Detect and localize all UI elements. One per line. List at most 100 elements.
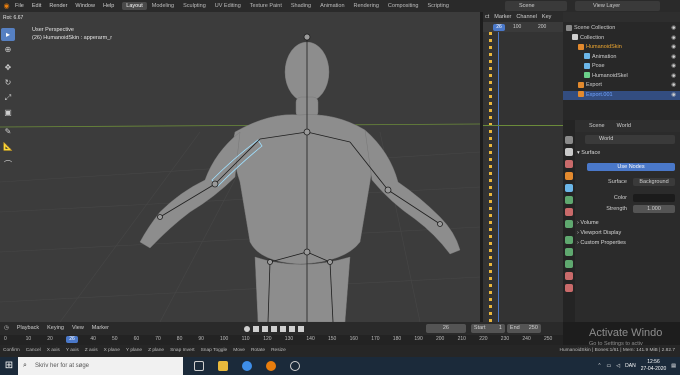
data-tab-icon[interactable] — [565, 196, 573, 204]
network-icon[interactable]: ▭ — [607, 363, 612, 369]
view-menu[interactable]: View — [68, 322, 88, 335]
surface-shader-field[interactable]: Background — [633, 178, 675, 186]
menu-help[interactable]: Help — [99, 3, 118, 9]
visibility-eye-icon[interactable]: ◉ — [671, 53, 676, 62]
physics-tab-icon[interactable] — [565, 248, 573, 256]
outliner-row[interactable]: Export.001 ◉ — [563, 90, 680, 100]
end-frame-field[interactable]: End 250 — [506, 324, 541, 333]
menu-file[interactable]: File — [11, 3, 28, 9]
workspace-tab-rendering[interactable]: Rendering — [350, 2, 383, 10]
scene-tab[interactable]: Scene — [589, 123, 613, 129]
dope-sheet-strip[interactable]: ct Marker Channel Key 26 100 200 — [483, 12, 563, 322]
3d-viewport[interactable]: Rot: 6.67 User Perspective (26) Humanoid… — [0, 12, 480, 322]
dope-sheet-menu-channel[interactable]: Channel — [516, 12, 537, 22]
timeline-frame-ruler[interactable]: 0 10 20 26 40 50 60 70 80 90 100 110 120 130 140 150 160… — [0, 335, 563, 345]
volume-panel-header[interactable]: › Volume — [577, 219, 599, 228]
visibility-eye-icon[interactable]: ◉ — [671, 24, 676, 33]
visibility-eye-icon[interactable]: ◉ — [671, 34, 676, 43]
outliner-row[interactable]: Collection ◉ — [563, 34, 680, 43]
visibility-eye-icon[interactable]: ◉ — [671, 62, 676, 71]
modifier-tab-icon[interactable] — [565, 184, 573, 192]
menu-window[interactable]: Window — [71, 3, 99, 9]
outliner[interactable]: Scene Collection ◉ Collection ◉ HumanoidSkin… — [563, 12, 680, 120]
use-nodes-button[interactable]: Use Nodes — [587, 163, 675, 171]
workspace-tab-scripting[interactable]: Scripting — [424, 2, 453, 10]
annotate-tool-icon[interactable]: ✎ — [1, 125, 15, 138]
app-taskbar-icon[interactable] — [290, 361, 300, 371]
dope-sheet-menu-marker[interactable]: Marker — [494, 12, 511, 22]
scene-selector[interactable]: Scene — [505, 1, 567, 11]
visibility-eye-icon[interactable]: ◉ — [671, 43, 676, 52]
select-tool-icon[interactable]: ▸ — [1, 28, 15, 41]
workspace-tab-sculpting[interactable]: Sculpting — [179, 2, 210, 10]
task-view-icon[interactable] — [194, 361, 204, 371]
outliner-row[interactable]: Animation ◉ — [563, 53, 680, 62]
chrome-icon[interactable] — [242, 361, 252, 371]
strength-field[interactable]: 1.000 — [633, 205, 675, 213]
visibility-eye-icon[interactable]: ◉ — [671, 72, 676, 81]
jump-end-icon[interactable] — [298, 325, 305, 332]
outliner-row[interactable]: Scene Collection ◉ — [563, 24, 680, 33]
material-tab-icon[interactable] — [565, 208, 573, 216]
outliner-row[interactable]: Export ◉ — [563, 81, 680, 90]
jump-start-icon[interactable] — [253, 325, 260, 332]
outliner-row[interactable]: HumanoidSkel ◉ — [563, 72, 680, 81]
tray-chevron-icon[interactable]: ⌃ — [597, 363, 601, 369]
record-icon[interactable] — [244, 325, 251, 332]
play-icon[interactable] — [280, 325, 287, 332]
viewport-display-panel-header[interactable]: › Viewport Display — [577, 229, 621, 238]
workspace-tab-layout[interactable]: Layout — [122, 2, 147, 10]
outliner-row[interactable]: Pose ◉ — [563, 62, 680, 71]
dope-sheet-menu-ct[interactable]: ct — [485, 12, 489, 22]
blender-taskbar-icon[interactable] — [266, 361, 276, 371]
particle-tab-icon[interactable] — [565, 236, 573, 244]
cursor-tool-icon[interactable]: ⊕ — [1, 43, 15, 56]
dope-sheet-menu-key[interactable]: Key — [542, 12, 551, 22]
start-frame-field[interactable]: Start 1 — [470, 324, 505, 333]
next-key-icon[interactable] — [289, 325, 296, 332]
rotate-tool-icon[interactable]: ↻ — [1, 76, 15, 89]
current-frame-field[interactable]: 26 — [425, 324, 466, 333]
workspace-tab-animation[interactable]: Animation — [316, 2, 348, 10]
humanoid-mesh[interactable] — [139, 41, 461, 322]
world-datablock-field[interactable]: World — [585, 135, 675, 144]
tool-tab-icon[interactable] — [565, 136, 573, 144]
workspace-tab-uv-editing[interactable]: UV Editing — [211, 2, 245, 10]
outliner-row[interactable]: HumanoidSkin ◉ — [563, 43, 680, 52]
playback-menu[interactable]: Playback — [13, 322, 43, 335]
move-tool-icon[interactable]: ✥ — [1, 61, 15, 74]
menu-render[interactable]: Render — [45, 3, 71, 9]
blender-logo-icon[interactable]: ◉ — [2, 2, 11, 11]
workspace-tab-modeling[interactable]: Modeling — [148, 2, 178, 10]
view-layer-selector[interactable]: View Layer — [575, 1, 660, 11]
scale-tool-icon[interactable]: ⤢ — [1, 91, 15, 104]
world-tab-icon[interactable] — [565, 160, 573, 168]
visibility-eye-icon[interactable]: ◉ — [671, 91, 676, 100]
workspace-tab-shading[interactable]: Shading — [287, 2, 315, 10]
visibility-eye-icon[interactable]: ◉ — [671, 81, 676, 90]
current-frame-badge[interactable]: 26 — [66, 336, 78, 343]
workspace-tab-compositing[interactable]: Compositing — [384, 2, 423, 10]
language-indicator[interactable]: DAN — [625, 363, 636, 369]
scene-tab-icon[interactable] — [565, 272, 573, 280]
custom-properties-panel-header[interactable]: › Custom Properties — [577, 239, 626, 248]
render-tab-icon[interactable] — [565, 148, 573, 156]
constraint-tab-icon[interactable] — [565, 260, 573, 268]
menu-edit[interactable]: Edit — [28, 3, 45, 9]
prev-key-icon[interactable] — [262, 325, 269, 332]
windows-start-icon[interactable]: ⊞ — [0, 357, 18, 375]
workspace-tab-texture-paint[interactable]: Texture Paint — [246, 2, 286, 10]
object-tab-icon[interactable] — [565, 172, 573, 180]
volume-icon[interactable]: ◁ — [616, 363, 620, 369]
roll-tool-icon[interactable]: ⌒ — [1, 158, 15, 171]
keying-menu[interactable]: Keying — [43, 322, 68, 335]
transform-tool-icon[interactable]: ▣ — [1, 106, 15, 119]
view-layer-tab-icon[interactable] — [565, 284, 573, 292]
taskbar-search-box[interactable]: ⌕ Skriv her for at søge — [18, 357, 183, 375]
taskbar-clock[interactable]: 12:56 27-04-2020 — [641, 359, 667, 373]
color-swatch[interactable] — [633, 194, 675, 202]
world-tab[interactable]: World — [617, 123, 631, 129]
play-reverse-icon[interactable] — [271, 325, 278, 332]
properties-editor[interactable]: Scene World World ▾ Surface Use Nodes Su… — [563, 120, 680, 322]
texture-tab-icon[interactable] — [565, 220, 573, 228]
